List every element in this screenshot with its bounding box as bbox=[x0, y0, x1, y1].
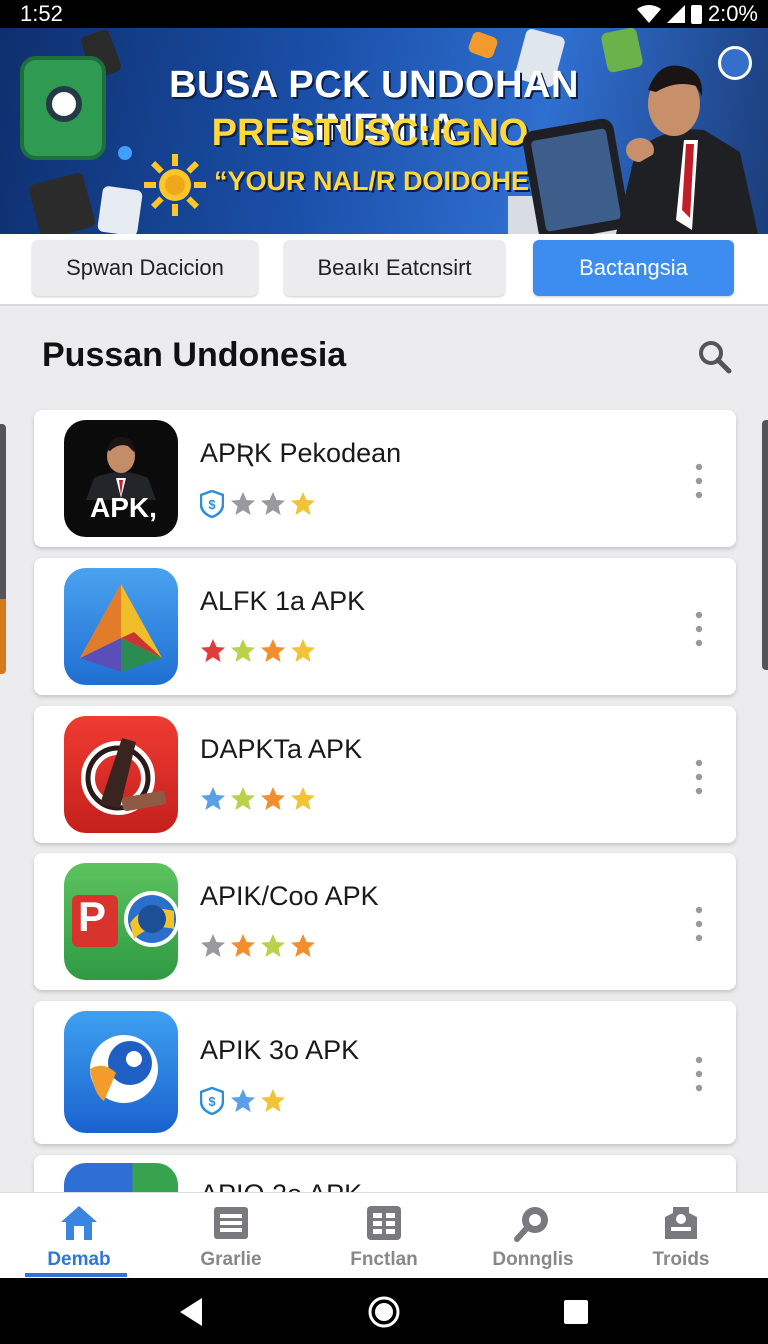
app-rating bbox=[200, 786, 316, 812]
wifi-icon bbox=[636, 5, 661, 23]
sun-icon bbox=[144, 154, 206, 216]
app-rating: $ bbox=[200, 490, 316, 518]
svg-text:$: $ bbox=[208, 1094, 216, 1109]
app-list-item[interactable]: APK, APƦK Pekodean $ bbox=[34, 410, 736, 547]
nav-label: Grarlie bbox=[200, 1249, 262, 1270]
filter-chip-row: Spwan Dacicion Beaıkı Eatcnsirt Bactangs… bbox=[0, 234, 768, 306]
page-title: Pussan Undonesia bbox=[42, 336, 347, 374]
bag-icon bbox=[665, 1207, 697, 1239]
star-icon bbox=[291, 787, 315, 810]
status-bar: 1:52 2:0% bbox=[0, 0, 768, 28]
app-icon-red-a bbox=[64, 716, 178, 833]
system-nav-bar bbox=[0, 1278, 768, 1344]
chip-beaiki-eatcnsirt[interactable]: Beaıkı Eatcnsirt bbox=[284, 240, 505, 296]
battery-text: 2:0% bbox=[707, 1, 758, 26]
edge-tab-left[interactable] bbox=[0, 424, 6, 674]
status-icons: 2:0% bbox=[636, 1, 758, 27]
star-icon bbox=[291, 639, 315, 662]
more-options-icon[interactable] bbox=[692, 1055, 706, 1093]
more-options-icon[interactable] bbox=[692, 758, 706, 796]
star-icon bbox=[201, 639, 225, 662]
app-rating bbox=[200, 933, 316, 959]
app-name: APIK/Coo APK bbox=[200, 881, 379, 911]
star-icon bbox=[261, 639, 285, 662]
star-icon bbox=[291, 492, 315, 515]
nav-item-grarlie[interactable]: Grarlie bbox=[166, 1193, 296, 1279]
chip-bactangsia[interactable]: Bactangsia bbox=[533, 240, 734, 296]
nav-item-donnglis[interactable]: Donnglis bbox=[468, 1193, 598, 1279]
svg-text:$: $ bbox=[208, 497, 216, 512]
star-icon bbox=[261, 787, 285, 810]
app-icon-label: P bbox=[78, 893, 107, 940]
banner-quote: “YOUR NAL/R DOIDOHERI.” bbox=[214, 166, 578, 196]
battery-icon bbox=[690, 4, 702, 24]
home-button-icon[interactable] bbox=[366, 1294, 402, 1330]
nav-label: Fnctlan bbox=[350, 1249, 418, 1270]
star-icon bbox=[231, 934, 255, 957]
app-icon-p-green: P bbox=[64, 863, 178, 980]
decor-dot-1 bbox=[118, 146, 132, 160]
app-name: APƦK Pekodean bbox=[200, 438, 402, 468]
search-icon[interactable] bbox=[696, 338, 732, 374]
star-icon bbox=[261, 934, 285, 957]
more-options-icon[interactable] bbox=[692, 905, 706, 943]
app-list-item[interactable]: P APIK/Coo APK bbox=[34, 853, 736, 990]
edge-tab-right[interactable] bbox=[762, 420, 768, 670]
star-icon bbox=[261, 1089, 285, 1112]
app-rating bbox=[200, 638, 316, 664]
nav-label: Troids bbox=[652, 1249, 710, 1270]
app-icon-prism bbox=[64, 568, 178, 685]
shield-icon: $ bbox=[200, 1087, 224, 1115]
app-list-item[interactable]: APIK 3o APK $ bbox=[34, 1001, 736, 1144]
star-icon bbox=[231, 492, 255, 515]
app-name: ALFK 1a APK bbox=[200, 586, 366, 616]
nav-item-fnctlan[interactable]: Fnctlan bbox=[319, 1193, 449, 1279]
star-icon bbox=[231, 787, 255, 810]
bottom-nav: Demab Grarlie Fnctlan Donnglis Troids bbox=[0, 1192, 768, 1279]
nav-item-troids[interactable]: Troids bbox=[616, 1193, 746, 1279]
app-icon-apk-presenter: APK, bbox=[64, 420, 178, 537]
star-icon bbox=[261, 492, 285, 515]
signal-icon bbox=[666, 5, 685, 23]
grid-icon bbox=[367, 1206, 401, 1240]
star-icon bbox=[201, 787, 225, 810]
more-options-icon[interactable] bbox=[692, 610, 706, 648]
nav-label: Demab bbox=[47, 1249, 111, 1270]
app-name: APIK 3o APK bbox=[200, 1035, 360, 1065]
star-icon bbox=[231, 639, 255, 662]
decor-phone-5 bbox=[96, 185, 144, 234]
app-icon-label: APK, bbox=[90, 492, 157, 523]
banner-profile-icon[interactable] bbox=[718, 46, 752, 80]
app-list-item[interactable]: DAPKTa APK bbox=[34, 706, 736, 843]
list-icon bbox=[214, 1207, 248, 1239]
star-icon bbox=[201, 934, 225, 957]
app-icon-blue-bird bbox=[64, 1011, 178, 1133]
search-icon bbox=[514, 1207, 548, 1242]
home-icon bbox=[61, 1206, 97, 1240]
app-name: DAPKTa APK bbox=[200, 734, 363, 764]
camera-phone-graphic bbox=[20, 56, 106, 160]
decor-phone-4 bbox=[27, 171, 97, 234]
app-rating: $ bbox=[200, 1087, 286, 1115]
shield-icon: $ bbox=[200, 490, 224, 518]
nav-active-indicator bbox=[25, 1273, 127, 1277]
nav-item-demab[interactable]: Demab bbox=[14, 1193, 144, 1279]
recents-icon[interactable] bbox=[558, 1294, 594, 1330]
more-options-icon[interactable] bbox=[692, 462, 706, 500]
back-icon[interactable] bbox=[174, 1294, 210, 1330]
star-icon bbox=[231, 1089, 255, 1112]
star-icon bbox=[291, 934, 315, 957]
nav-label: Donnglis bbox=[492, 1249, 574, 1270]
app-list-item[interactable]: ALFK 1a APK bbox=[34, 558, 736, 695]
decor-dot-2 bbox=[467, 30, 499, 60]
chip-spwan-dacicion[interactable]: Spwan Dacicion bbox=[32, 240, 258, 296]
status-time: 1:52 bbox=[20, 1, 63, 26]
promo-banner[interactable]: BUSA PCK UNDOHAN LINENIIA PRESTUSC:IGNO … bbox=[0, 28, 768, 234]
